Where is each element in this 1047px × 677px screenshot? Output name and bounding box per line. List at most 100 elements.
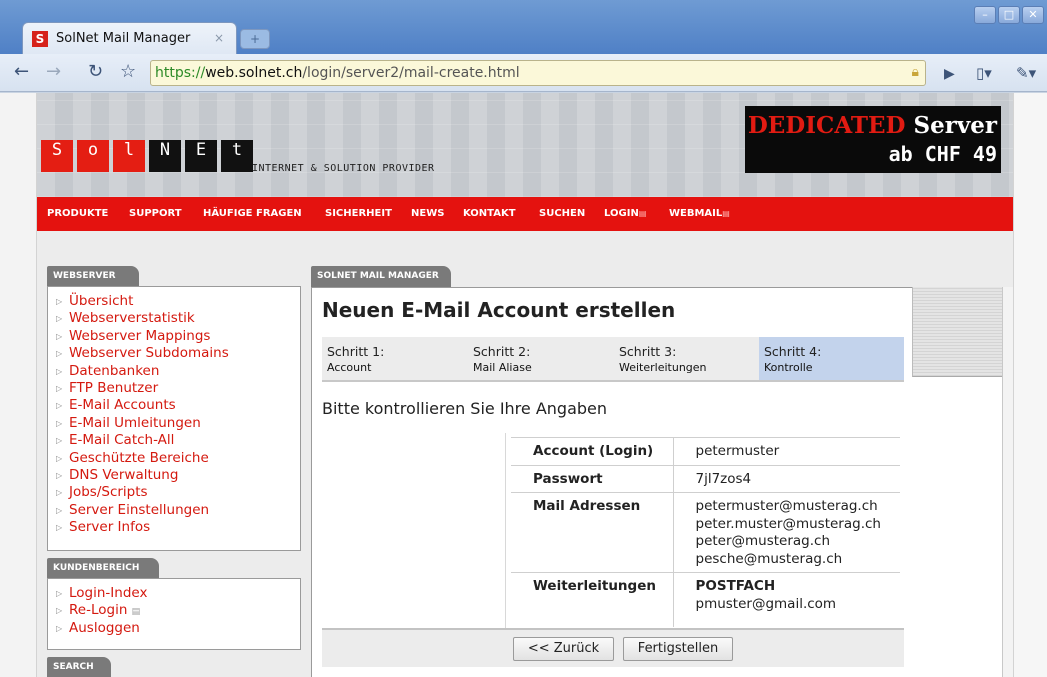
external-link-icon: ▤ <box>722 209 730 218</box>
tagline: INTERNET & SOLUTION PROVIDER <box>252 163 435 174</box>
sidebar-item-datenbanken[interactable]: Datenbanken <box>56 363 300 381</box>
back-icon[interactable]: ← <box>14 63 29 81</box>
bookmark-star-icon[interactable]: ☆ <box>120 63 136 81</box>
forward-icon[interactable]: → <box>46 63 61 81</box>
sidebar-item-geschuetzte-bereiche[interactable]: Geschützte Bereiche <box>56 450 300 468</box>
logo-letter-5: E <box>185 140 217 172</box>
nav-support[interactable]: SUPPORT <box>129 208 182 219</box>
mail-address: pesche@musterag.ch <box>695 550 843 567</box>
kundenbereich-section-title: KUNDENBEREICH <box>47 558 159 578</box>
browser-tab[interactable]: S SolNet Mail Manager × <box>22 22 237 54</box>
table-row: Passwort 7jl7zos4 <box>511 464 900 493</box>
sidebar-item-server-infos[interactable]: Server Infos <box>56 519 300 537</box>
nav-produkte[interactable]: PRODUKTE <box>47 208 108 219</box>
nav-suchen[interactable]: SUCHEN <box>539 208 585 219</box>
page-menu-icon[interactable]: ▯▾ <box>976 64 992 82</box>
summary-table: Account (Login) petermuster Passwort 7jl… <box>511 437 900 627</box>
banner-red-text: DEDICATED <box>747 112 906 139</box>
nav-webmail[interactable]: WEBMAIL▤ <box>669 208 730 219</box>
sidebar-item-login-index[interactable]: Login-Index <box>56 585 300 603</box>
nav-sicherheit[interactable]: SICHERHEIT <box>325 208 392 219</box>
wrench-icon[interactable]: ✎▾ <box>1016 64 1036 82</box>
mail-address: peter@musterag.ch <box>695 533 831 549</box>
sidebar-item-dns-verwaltung[interactable]: DNS Verwaltung <box>56 467 300 485</box>
mail-manager-tab: SOLNET MAIL MANAGER <box>311 266 451 287</box>
nav-login[interactable]: LOGIN▤ <box>604 208 646 219</box>
url-domain: web.solnet.ch <box>205 65 303 81</box>
sidebar-item-ausloggen[interactable]: Ausloggen <box>56 620 300 638</box>
maximize-button[interactable]: □ <box>998 6 1020 24</box>
logo-letter-2: o <box>77 140 109 172</box>
page-left-margin <box>0 93 37 677</box>
url-path: /login/server2/mail-create.html <box>302 65 520 81</box>
summary-divider <box>505 433 506 629</box>
step-1: Schritt 1: Account <box>322 337 468 380</box>
nav-news[interactable]: NEWS <box>411 208 444 219</box>
step-subtitle: Weiterleitungen <box>619 361 707 374</box>
step-3: Schritt 3: Weiterleitungen <box>614 337 760 380</box>
address-bar[interactable]: https://web.solnet.ch/login/server2/mail… <box>150 60 926 86</box>
finish-button[interactable]: Fertigstellen <box>623 637 733 661</box>
mail-address: peter.muster@musterag.ch <box>695 515 881 532</box>
sidebar-item-email-umleitungen[interactable]: E-Mail Umleitungen <box>56 415 300 433</box>
tab-title: SolNet Mail Manager <box>56 31 191 46</box>
banner-price: ab CHF 49 <box>888 142 997 166</box>
nav-kontakt[interactable]: KONTAKT <box>463 208 516 219</box>
sidebar-item-uebersicht[interactable]: Übersicht <box>56 293 300 311</box>
panel-right-edge <box>1002 287 1013 677</box>
forwards-value: POSTFACH pmuster@gmail.com <box>673 572 900 627</box>
table-row: Weiterleitungen POSTFACH pmuster@gmail.c… <box>511 572 900 627</box>
page-right-margin <box>1013 93 1047 677</box>
back-button[interactable]: << Zurück <box>513 637 614 661</box>
reload-icon[interactable]: ↻ <box>88 63 103 81</box>
sidebar-item-email-accounts[interactable]: E-Mail Accounts <box>56 397 300 415</box>
account-value: petermuster <box>673 437 900 465</box>
url-scheme: https:// <box>155 65 206 81</box>
logo-letter-6: t <box>221 140 253 172</box>
step-subtitle: Account <box>327 361 372 374</box>
sidebar-item-ftp-benutzer[interactable]: FTP Benutzer <box>56 380 300 398</box>
webserver-section-title: WEBSERVER <box>47 266 139 286</box>
webserver-menu: Übersicht Webserverstatistik Webserver M… <box>47 286 301 551</box>
dedicated-server-banner[interactable]: DEDICATED Server ab CHF 49 <box>745 106 1001 173</box>
nav-haeufige-fragen[interactable]: HÄUFIGE FRAGEN <box>203 208 302 219</box>
logo-letter-1: S <box>41 140 73 172</box>
browser-toolbar: ← → ↻ ☆ https://web.solnet.ch/login/serv… <box>0 54 1047 92</box>
step-2: Schritt 2: Mail Aliase <box>468 337 614 380</box>
re-login-label: Re-Login <box>69 602 128 619</box>
kundenbereich-menu: Login-Index Re-Login ▤ Ausloggen <box>47 578 301 650</box>
kundenbereich-menu-list: Login-Index Re-Login ▤ Ausloggen <box>48 579 300 638</box>
external-link-icon: ▤ <box>131 607 141 618</box>
password-value: 7jl7zos4 <box>673 464 900 493</box>
nav-login-label: LOGIN <box>604 208 639 219</box>
review-heading: Bitte kontrollieren Sie Ihre Angaben <box>322 399 608 418</box>
step-title: Schritt 2: <box>473 344 531 359</box>
logo-letter-3: l <box>113 140 145 172</box>
sidebar-item-webserver-subdomains[interactable]: Webserver Subdomains <box>56 345 300 363</box>
close-window-button[interactable]: ✕ <box>1022 6 1044 24</box>
solnet-favicon-icon: S <box>32 31 48 47</box>
search-section-title: SEARCH <box>47 657 111 677</box>
new-tab-button[interactable]: + <box>240 29 270 49</box>
webserver-menu-list: Übersicht Webserverstatistik Webserver M… <box>48 287 300 537</box>
url-text: https://web.solnet.ch/login/server2/mail… <box>155 65 520 81</box>
go-icon[interactable]: ▶ <box>944 65 955 83</box>
tab-close-icon[interactable]: × <box>214 31 224 45</box>
site-header: S o l N E t INTERNET & SOLUTION PROVIDER… <box>37 93 1013 197</box>
lock-icon[interactable]: 🔒︎ <box>912 64 919 80</box>
minimize-button[interactable]: – <box>974 6 996 24</box>
mail-addresses-label: Mail Adressen <box>511 492 674 573</box>
sidebar-item-jobs-scripts[interactable]: Jobs/Scripts <box>56 484 300 502</box>
table-row: Mail Adressen petermuster@musterag.ch pe… <box>511 492 900 573</box>
mail-address: petermuster@musterag.ch <box>695 498 878 514</box>
sidebar-item-email-catch-all[interactable]: E-Mail Catch-All <box>56 432 300 450</box>
step-subtitle: Mail Aliase <box>473 361 532 374</box>
step-title: Schritt 1: <box>327 344 385 359</box>
sidebar-item-server-einstellungen[interactable]: Server Einstellungen <box>56 502 300 520</box>
account-label: Account (Login) <box>511 437 674 465</box>
sidebar-item-re-login[interactable]: Re-Login ▤ <box>56 602 300 620</box>
page-title: Neuen E-Mail Account erstellen <box>322 298 676 322</box>
sidebar-item-webserverstatistik[interactable]: Webserverstatistik <box>56 310 300 328</box>
sidebar-item-webserver-mappings[interactable]: Webserver Mappings <box>56 328 300 346</box>
forwards-label: Weiterleitungen <box>511 572 674 627</box>
